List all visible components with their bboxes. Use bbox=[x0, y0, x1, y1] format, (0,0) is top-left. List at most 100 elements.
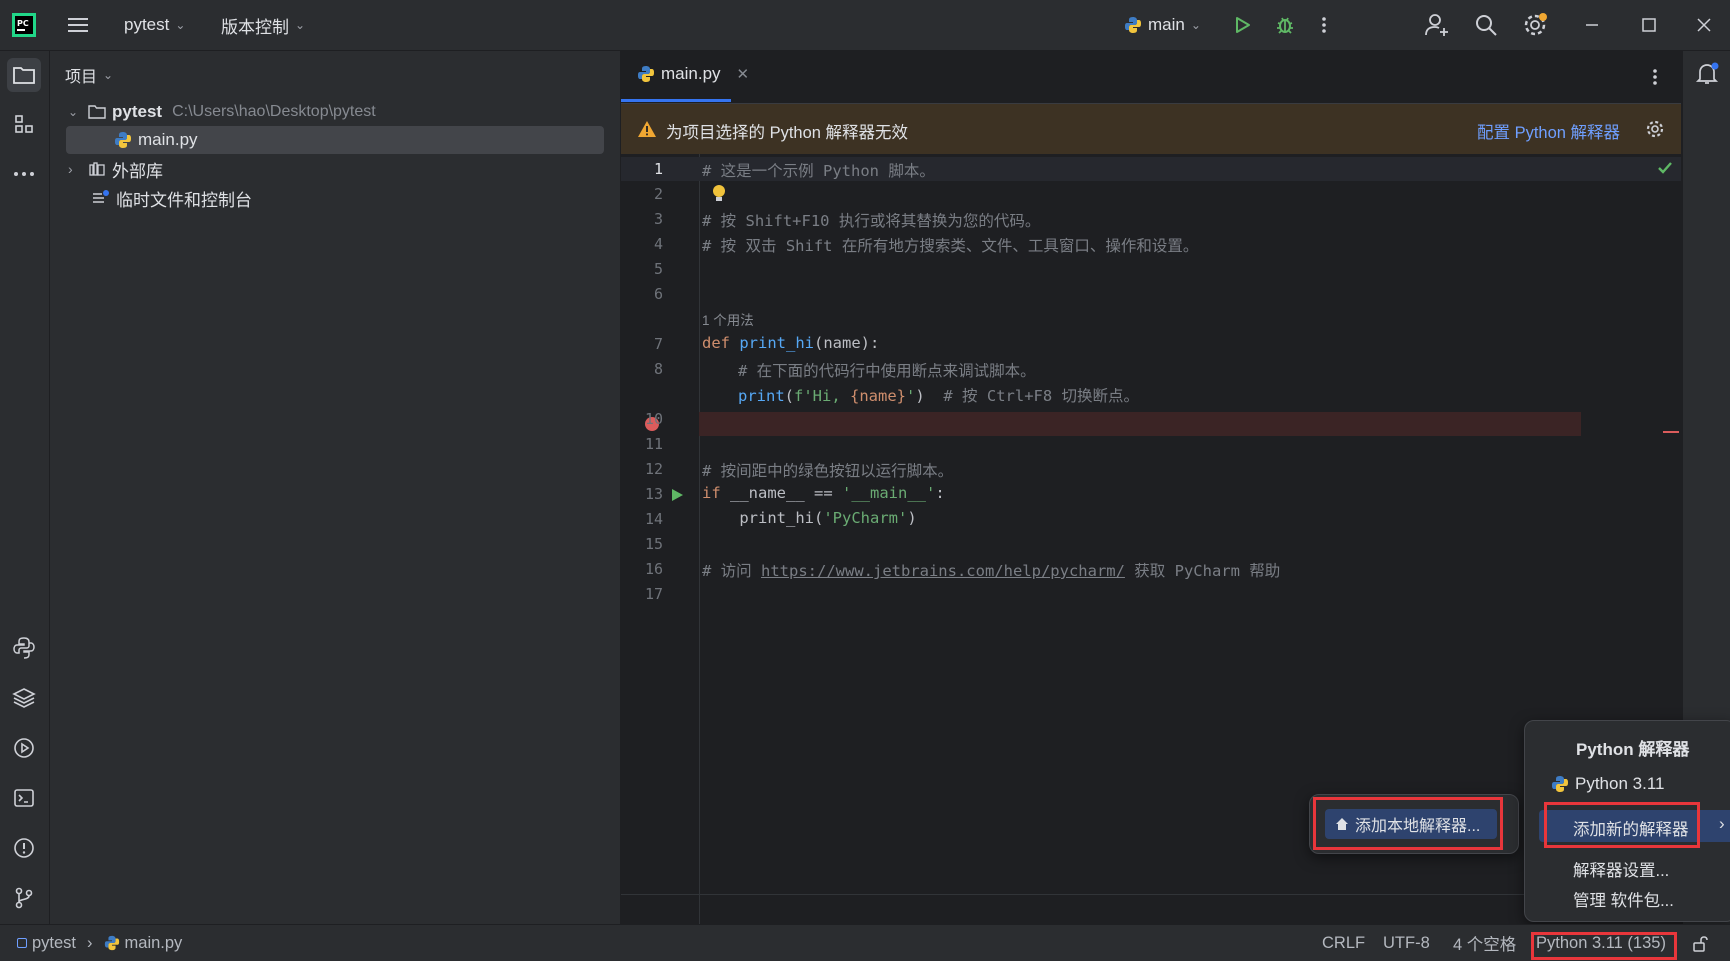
tree-scratches-label: 临时文件和控制台 bbox=[116, 190, 252, 210]
search-icon[interactable] bbox=[1474, 0, 1498, 50]
interpreter-warning-banner: 为项目选择的 Python 解释器无效 配置 Python 解释器 bbox=[621, 104, 1681, 154]
notifications-icon[interactable] bbox=[1695, 61, 1721, 87]
settings-icon[interactable] bbox=[1523, 0, 1549, 50]
error-stripe-marker[interactable] bbox=[1663, 431, 1679, 433]
keyword: def bbox=[702, 334, 730, 352]
gear-icon[interactable] bbox=[1645, 119, 1665, 139]
chevron-down-icon[interactable]: ⌄ bbox=[68, 105, 82, 119]
code-line-8: # 在下面的代码行中使用断点来调试脚本。 bbox=[738, 362, 1036, 380]
lock-icon[interactable] bbox=[1691, 935, 1709, 953]
tree-root-name: pytest bbox=[112, 102, 163, 121]
editor-gutter: 1 2 3 4 5 6 7 8 10 11 12 13 14 15 16 17 … bbox=[621, 154, 1681, 924]
usage-hint[interactable]: 1 个用法 bbox=[702, 309, 754, 329]
code-line-14: print_hi('PyCharm') bbox=[702, 509, 916, 527]
line-number: 11 bbox=[644, 435, 663, 453]
structure-icon[interactable] bbox=[7, 107, 41, 141]
code-text: __name__ == bbox=[720, 484, 842, 502]
active-tab-indicator bbox=[621, 99, 731, 102]
chevron-down-icon: ⌄ bbox=[103, 68, 114, 82]
minimize-icon[interactable] bbox=[1584, 0, 1600, 50]
tree-file-main[interactable]: main.py bbox=[114, 126, 198, 154]
interpreter-label: Python 3.11 (135) bbox=[1536, 933, 1666, 952]
home-icon bbox=[1336, 818, 1348, 830]
banner-text: 为项目选择的 Python 解释器无效 bbox=[666, 124, 909, 142]
breakpoint-line-highlight bbox=[699, 412, 1581, 436]
left-tool-strip bbox=[0, 51, 50, 924]
maximize-icon[interactable] bbox=[1641, 0, 1657, 50]
project-selector[interactable]: pytest ⌄ bbox=[124, 0, 185, 50]
python-console-icon[interactable] bbox=[7, 631, 41, 665]
function-name: print bbox=[738, 387, 785, 405]
tree-scratches[interactable]: 临时文件和控制台 bbox=[92, 184, 252, 212]
project-header[interactable]: 项目 ⌄ bbox=[65, 63, 113, 87]
indent-widget[interactable]: 4 个空格 bbox=[1453, 925, 1516, 961]
code-line-1: # 这是一个示例 Python 脚本。 bbox=[702, 162, 935, 180]
code-text: print_hi( bbox=[702, 509, 824, 527]
code-line-16: # 访问 https://www.jetbrains.com/help/pych… bbox=[702, 559, 1280, 581]
code-line-4: # 按 双击 Shift 在所有地方搜索类、文件、工具窗口、操作和设置。 bbox=[702, 237, 1199, 255]
run-config-selector[interactable]: main ⌄ bbox=[1124, 0, 1201, 50]
chevron-right-icon[interactable]: › bbox=[68, 161, 82, 177]
code-line-12: # 按间距中的绿色按钮以运行脚本。 bbox=[702, 462, 954, 480]
manage-packages-item[interactable]: 管理 软件包... bbox=[1573, 887, 1674, 911]
tab-main-py[interactable]: main.py ✕ bbox=[637, 64, 749, 84]
interpreter-widget[interactable]: Python 3.11 (135) bbox=[1536, 925, 1666, 961]
encoding-widget[interactable]: UTF-8 bbox=[1383, 925, 1430, 961]
git-branch-icon[interactable] bbox=[7, 881, 41, 915]
tree-root-path: C:\Users\hao\Desktop\pytest bbox=[172, 103, 376, 120]
add-user-icon[interactable] bbox=[1424, 0, 1450, 50]
line-number: 6 bbox=[653, 285, 663, 303]
chevron-down-icon: ⌄ bbox=[175, 18, 186, 32]
hamburger-menu-icon[interactable] bbox=[66, 0, 90, 50]
close-icon[interactable] bbox=[1696, 0, 1712, 50]
breadcrumb-root[interactable]: pytest bbox=[32, 934, 76, 953]
line-separator-label: CRLF bbox=[1322, 933, 1366, 952]
more-vertical-icon[interactable] bbox=[1320, 0, 1328, 50]
indent-label: 4 个空格 bbox=[1453, 936, 1517, 954]
run-button[interactable] bbox=[1232, 0, 1252, 50]
string: f'Hi, bbox=[794, 387, 851, 405]
svg-text:PC: PC bbox=[17, 19, 29, 28]
problems-icon[interactable] bbox=[7, 831, 41, 865]
help-link[interactable]: https://www.jetbrains.com/help/pycharm/ bbox=[761, 562, 1125, 580]
add-local-interpreter-item[interactable]: 添加本地解释器... bbox=[1325, 809, 1497, 839]
line-number: 10 bbox=[644, 410, 663, 428]
encoding-label: UTF-8 bbox=[1383, 933, 1430, 952]
run-icon bbox=[1236, 17, 1250, 33]
services-icon[interactable] bbox=[7, 731, 41, 765]
terminal-icon[interactable] bbox=[7, 781, 41, 815]
tree-root-row[interactable]: ⌄ pytest C:\Users\hao\Desktop\pytest bbox=[68, 98, 376, 126]
lightbulb-icon[interactable] bbox=[711, 184, 727, 204]
tab-close-icon[interactable]: ✕ bbox=[737, 65, 750, 83]
interpreter-settings-item[interactable]: 解释器设置... bbox=[1573, 857, 1669, 881]
run-config-label: main bbox=[1148, 15, 1185, 34]
line-number: 17 bbox=[644, 585, 663, 603]
line-number: 3 bbox=[653, 210, 663, 228]
more-vertical-icon[interactable] bbox=[1651, 67, 1659, 87]
project-header-label: 项目 bbox=[65, 69, 98, 86]
line-separator-widget[interactable]: CRLF bbox=[1322, 925, 1365, 961]
interpreter-item-python311[interactable]: Python 3.11 bbox=[1551, 774, 1664, 794]
debug-button[interactable] bbox=[1274, 0, 1296, 50]
vcs-menu[interactable]: 版本控制 ⌄ bbox=[221, 0, 305, 50]
configure-interpreter-link[interactable]: 配置 Python 解释器 bbox=[1477, 119, 1620, 143]
more-horizontal-icon[interactable] bbox=[7, 157, 41, 191]
code-text: (name): bbox=[814, 334, 880, 352]
tree-external-libs[interactable]: › 外部库 bbox=[68, 155, 163, 183]
chevron-down-icon: ⌄ bbox=[1190, 18, 1201, 32]
project-folder-icon[interactable] bbox=[7, 58, 41, 92]
python-file-icon bbox=[638, 66, 654, 82]
breadcrumb-file[interactable]: main.py bbox=[125, 934, 183, 953]
add-new-interpreter-item[interactable]: 添加新的解释器 › bbox=[1539, 810, 1730, 842]
run-gutter-icon[interactable] bbox=[670, 488, 684, 502]
code-line-13: if __name__ == '__main__': bbox=[702, 484, 945, 502]
code-line-3: # 按 Shift+F10 执行或将其替换为您的代码。 bbox=[702, 212, 1041, 230]
interpreter-item-label: Python 3.11 bbox=[1575, 774, 1665, 793]
python-file-icon bbox=[104, 935, 119, 951]
pycharm-logo-icon[interactable]: PC bbox=[12, 0, 36, 50]
warning-icon bbox=[638, 121, 656, 137]
code-line-7: def print_hi(name): bbox=[702, 334, 879, 352]
line-number: 1 bbox=[653, 160, 663, 178]
layers-icon[interactable] bbox=[7, 681, 41, 715]
code-text: ) bbox=[915, 387, 925, 405]
